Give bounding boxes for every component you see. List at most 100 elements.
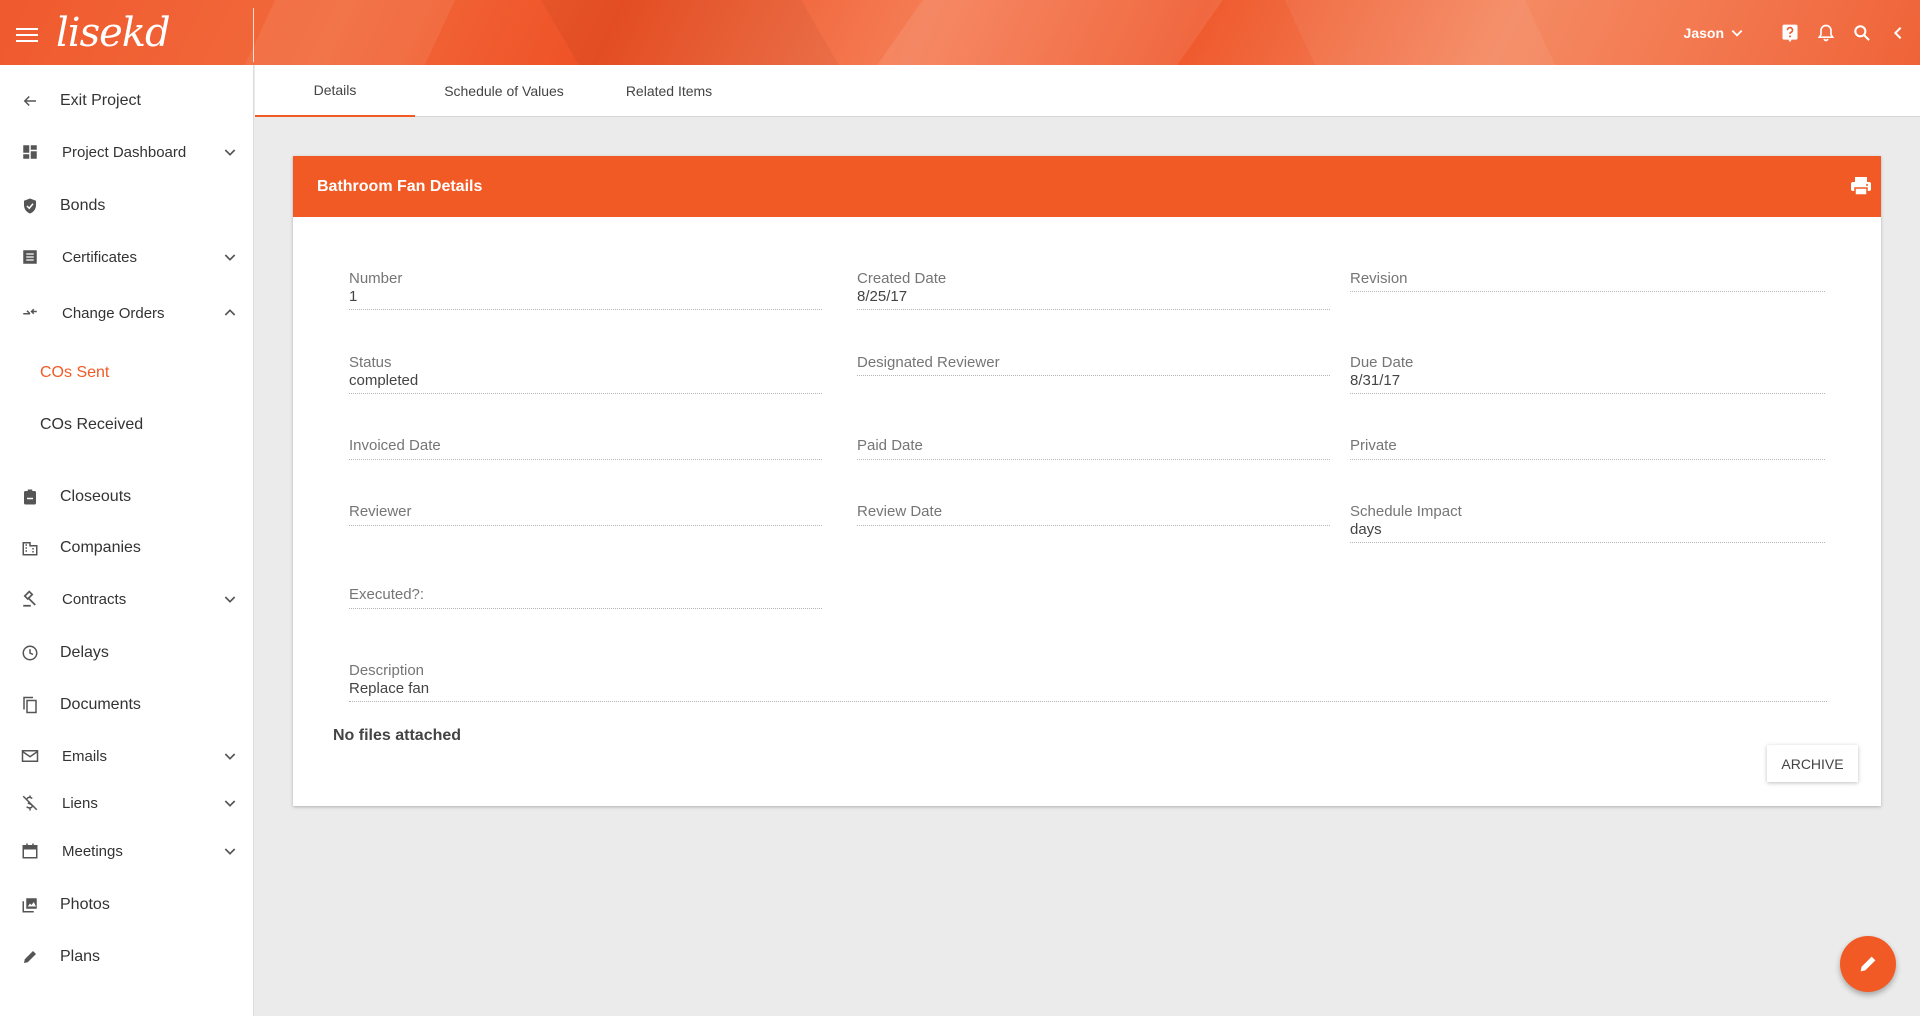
sidebar-item-delays[interactable]: Delays bbox=[0, 633, 253, 673]
photo-library-icon bbox=[20, 895, 40, 915]
swap-icon bbox=[20, 303, 40, 323]
sidebar-item-emails[interactable]: Emails bbox=[0, 736, 253, 776]
sidebar-item-companies[interactable]: Companies bbox=[0, 528, 253, 568]
field-label: Status bbox=[349, 354, 392, 371]
field-number: Number 1 bbox=[349, 270, 822, 310]
sidebar-subitem-label: COs Sent bbox=[40, 364, 110, 381]
sidebar-item-label: Emails bbox=[62, 747, 108, 765]
field-value: 8/31/17 bbox=[1350, 372, 1401, 389]
chevron-down-icon bbox=[224, 753, 236, 760]
sidebar-item-contracts[interactable]: Contracts bbox=[0, 579, 253, 619]
field-label: Invoiced Date bbox=[349, 437, 441, 454]
sidebar-item-closeouts[interactable]: Closeouts bbox=[0, 477, 253, 517]
sidebar-item-project-dashboard[interactable]: Project Dashboard bbox=[0, 132, 253, 172]
chevron-left-icon[interactable] bbox=[1880, 15, 1916, 51]
tab-schedule-of-values[interactable]: Schedule of Values bbox=[415, 65, 593, 117]
sidebar-item-liens[interactable]: Liens bbox=[0, 783, 253, 823]
sidebar-item-label: Closeouts bbox=[60, 488, 132, 505]
field-label: Executed?: bbox=[349, 586, 425, 603]
sidebar-item-label: Certificates bbox=[62, 248, 138, 266]
edit-fab-button[interactable] bbox=[1840, 936, 1896, 992]
tab-bar: Details Schedule of Values Related Items bbox=[255, 65, 1920, 117]
app-logo[interactable]: lisekd bbox=[56, 10, 171, 56]
search-icon[interactable] bbox=[1844, 15, 1880, 51]
field-value: Replace fan bbox=[349, 680, 430, 697]
details-card: Bathroom Fan Details Number 1 Created Da… bbox=[293, 156, 1881, 806]
sidebar-item-label: Companies bbox=[60, 539, 141, 556]
sidebar-item-label: Delays bbox=[60, 644, 109, 661]
chevron-down-icon bbox=[224, 800, 236, 807]
sidebar-item-label: Photos bbox=[60, 896, 110, 913]
field-label: Private bbox=[1350, 437, 1397, 454]
user-menu[interactable]: Jason bbox=[1684, 25, 1744, 41]
field-revision: Revision bbox=[1350, 270, 1825, 292]
copy-icon bbox=[20, 695, 40, 715]
chevron-down-icon bbox=[1731, 29, 1743, 37]
tab-related-items[interactable]: Related Items bbox=[593, 65, 745, 117]
field-label: Due Date bbox=[1350, 354, 1414, 371]
archive-button[interactable]: ARCHIVE bbox=[1767, 745, 1858, 782]
gavel-icon bbox=[20, 589, 40, 609]
bell-icon[interactable] bbox=[1808, 15, 1844, 51]
sidebar-subitem-cos-sent[interactable]: COs Sent bbox=[0, 353, 253, 393]
sidebar-item-change-orders[interactable]: Change Orders bbox=[0, 293, 253, 333]
hamburger-icon[interactable] bbox=[16, 28, 38, 44]
field-review-date: Review Date bbox=[857, 503, 1330, 526]
field-description: Description Replace fan bbox=[349, 662, 1827, 702]
pencil-icon bbox=[20, 947, 40, 967]
sidebar-item-label: Meetings bbox=[62, 842, 123, 860]
field-schedule-impact: Schedule Impact days bbox=[1350, 503, 1825, 543]
field-value: 1 bbox=[349, 288, 358, 305]
building-icon bbox=[20, 538, 40, 558]
sidebar-item-label: Documents bbox=[60, 696, 141, 713]
list-icon bbox=[20, 247, 40, 267]
sidebar-item-documents[interactable]: Documents bbox=[0, 685, 253, 725]
field-label: Created Date bbox=[857, 270, 947, 287]
dashboard-icon bbox=[20, 142, 40, 162]
sidebar-item-label: Exit Project bbox=[60, 92, 141, 109]
sidebar-item-label: Plans bbox=[60, 948, 101, 965]
sidebar-item-photos[interactable]: Photos bbox=[0, 885, 253, 925]
sidebar-subitem-cos-received[interactable]: COs Received bbox=[0, 405, 253, 445]
field-due-date: Due Date 8/31/17 bbox=[1350, 354, 1825, 394]
sidebar-item-label: Project Dashboard bbox=[62, 143, 187, 161]
chevron-down-icon bbox=[224, 254, 236, 261]
sidebar-item-exit-project[interactable]: Exit Project bbox=[0, 81, 253, 121]
top-app-bar: lisekd Jason bbox=[0, 0, 1920, 65]
field-value: completed bbox=[349, 372, 419, 389]
sidebar-item-label: Change Orders bbox=[62, 304, 165, 322]
card-header: Bathroom Fan Details bbox=[293, 156, 1881, 217]
sidebar-item-certificates[interactable]: Certificates bbox=[0, 237, 253, 277]
topbar-divider bbox=[253, 8, 254, 62]
topbar-actions: Jason bbox=[1684, 0, 1920, 65]
field-executed: Executed?: bbox=[349, 586, 822, 609]
sidebar-item-plans[interactable]: Plans bbox=[0, 937, 253, 977]
field-private: Private bbox=[1350, 437, 1825, 460]
field-label: Schedule Impact bbox=[1350, 503, 1462, 520]
field-designated-reviewer: Designated Reviewer bbox=[857, 354, 1330, 376]
sidebar-item-label: Liens bbox=[62, 794, 98, 812]
arrow-left-icon bbox=[20, 91, 40, 111]
chevron-down-icon bbox=[224, 848, 236, 855]
clipboard-icon bbox=[20, 487, 40, 507]
sidebar: Exit Project Project Dashboard Bonds Cer… bbox=[0, 65, 254, 1016]
tab-details[interactable]: Details bbox=[255, 65, 415, 117]
field-reviewer: Reviewer bbox=[349, 503, 822, 526]
field-status: Status completed bbox=[349, 354, 822, 394]
sidebar-item-meetings[interactable]: Meetings bbox=[0, 831, 253, 871]
shield-icon bbox=[20, 196, 40, 216]
field-label: Revision bbox=[1350, 270, 1408, 287]
chevron-down-icon bbox=[224, 149, 236, 156]
help-icon[interactable] bbox=[1772, 15, 1808, 51]
field-value: days bbox=[1350, 521, 1382, 538]
chevron-down-icon bbox=[224, 596, 236, 603]
sidebar-item-label: Bonds bbox=[60, 197, 106, 214]
field-invoiced-date: Invoiced Date bbox=[349, 437, 822, 460]
sidebar-item-bonds[interactable]: Bonds bbox=[0, 186, 253, 226]
print-icon[interactable] bbox=[1849, 174, 1873, 198]
calendar-icon bbox=[20, 841, 40, 861]
chevron-up-icon bbox=[224, 309, 236, 316]
field-value: 8/25/17 bbox=[857, 288, 908, 305]
sidebar-subitem-label: COs Received bbox=[40, 416, 144, 433]
field-label: Description bbox=[349, 662, 425, 679]
